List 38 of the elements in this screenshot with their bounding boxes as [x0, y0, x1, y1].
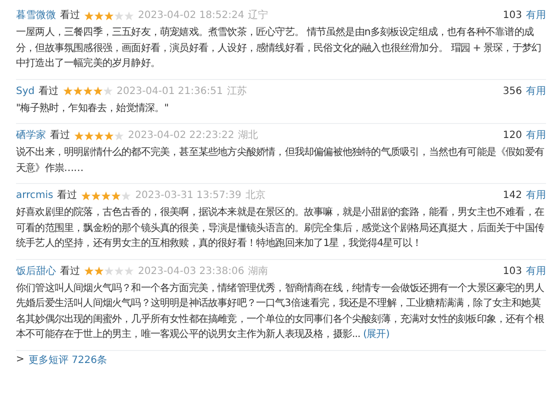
useful-link[interactable]: 有用 — [526, 264, 546, 278]
watch-status: 看过 — [57, 188, 78, 203]
username-link[interactable]: arrcmis — [16, 188, 54, 203]
watch-status: 看过 — [60, 264, 80, 278]
more-arrow: > — [16, 354, 24, 365]
vote-count: 103 — [502, 264, 522, 278]
useful-link[interactable]: 有用 — [526, 128, 546, 143]
vote-count: 356 — [502, 84, 522, 98]
review-text: "梅子熟时，乍知春去，始觉情深。" — [16, 102, 170, 116]
review-time: 2023-03-31 13:57:39 — [135, 189, 242, 203]
useful-link[interactable]: 有用 — [526, 84, 546, 98]
useful-link[interactable]: 有用 — [526, 8, 546, 23]
review-location: 湖南 — [248, 264, 268, 278]
username-link[interactable]: 饭后甜心 — [16, 264, 56, 278]
review-location: 北京 — [245, 188, 266, 203]
review-location: 江苏 — [226, 84, 247, 98]
review-text: 好喜欢剧里的院落，古色古香的，很美啊，据说本来就是在景区的。故事嘛，就是小甜剧的套路，能看，男女主也不难看，在可看的范围里，飘金粉的那个镜头真的很美，导演是懂镜头语言的。刷完全集后，感觉这个剧格局还真挺大，后面关于中国传统手艺人的坚持，还有男女主的互相救赎，真的很好看！特地跑回来加了1星，我觉得4星可以！ — [16, 206, 546, 251]
watch-status: 看过 — [60, 8, 80, 23]
vote-count: 103 — [502, 9, 522, 23]
review-time: 2023-04-02 18:52:24 — [138, 9, 244, 23]
watch-status: 看过 — [38, 84, 59, 98]
review-time: 2023-04-03 23:38:06 — [138, 264, 244, 278]
watch-status: 看过 — [50, 128, 70, 143]
review-text: 一屋两人，三餐四季，三五好友，萌宠嬉戏。煮雪饮茶，匠心守艺。 情节虽然是由n多刻板设定组成，也有各种不靠谱的成分，但故事氛围感很强，画面好看，演员好看，人设好，感情线好看，民俗文化的融入也很丝滑加分。 瑁园 + 景琛，于梦幻中打造出了一幅完美的岁月静好。 — [16, 26, 542, 71]
username-link[interactable]: Syd — [16, 84, 35, 98]
review-text: 你们管这叫人间烟火气吗？和一个各方面完美，情绪管理优秀，智商情商在线，纯情专一会做饭还拥有一个大景区豪宅的男人先婚后爱生活叫人间烟火气吗？这明明是神话故事好吧？一口气3倍速看完，我还是不理解，工业糖精满满，除了女主和她莫名其妙偶尔出现的闺蜜外，几乎所有女性都在搞雌竞，一个单位的女同事们各个尖酸刻薄，充满对女性的刻板印象，还有个根本不可能存在于世上的男主，唯一客观公平的说男女主作为新人表现及格，摄影... (展开) — [16, 282, 546, 342]
review-time: 2023-04-02 22:23:22 — [128, 129, 234, 143]
review-location: 辽宁 — [248, 8, 268, 23]
review-location: 湖北 — [238, 128, 258, 143]
review-time: 2023-04-01 21:36:51 — [116, 84, 223, 98]
more-reviews-link[interactable]: 更多短评 7226条 — [28, 352, 108, 366]
vote-count: 142 — [502, 189, 522, 203]
review-text: 说不出来，明明剧情什么的都不完美，甚至某些地方尖酸娇情，但我却偏偏被他独特的气质吸引，当然也有可能是《假如爱有天意》作祟…… — [16, 146, 546, 176]
username-link[interactable]: 硒学家 — [16, 128, 46, 143]
useful-link[interactable]: 有用 — [526, 188, 546, 203]
username-link[interactable]: 暮雪微微 — [16, 8, 56, 23]
vote-count: 120 — [502, 129, 522, 143]
expand-link[interactable]: (展开) — [363, 329, 390, 340]
